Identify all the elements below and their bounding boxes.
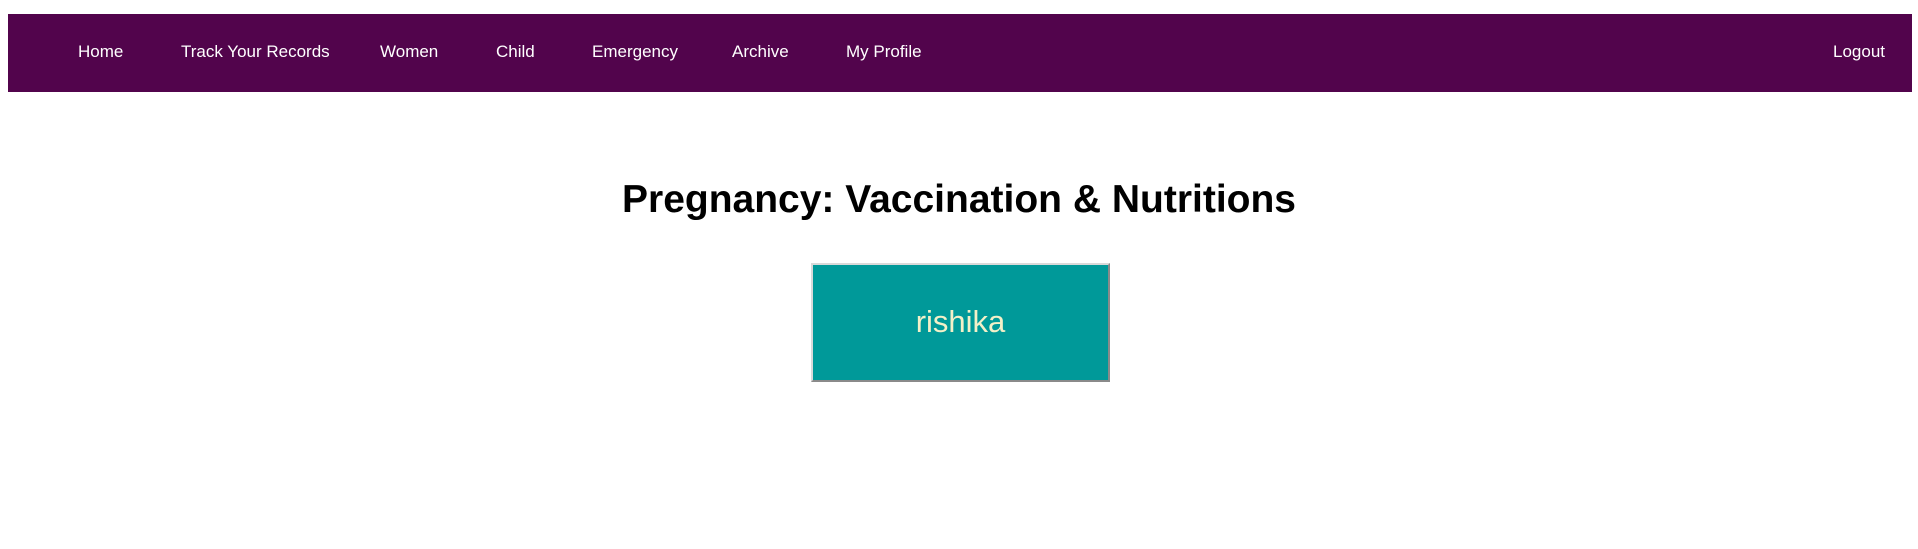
nav-item-women[interactable]: Women: [380, 14, 438, 92]
nav-item-home[interactable]: Home: [78, 14, 123, 92]
nav-item-child[interactable]: Child: [496, 14, 535, 92]
nav-item-track-your-records[interactable]: Track Your Records: [181, 14, 330, 92]
nav-item-archive[interactable]: Archive: [732, 14, 789, 92]
logout-link[interactable]: Logout: [1833, 14, 1885, 92]
page-title: Pregnancy: Vaccination & Nutritions: [622, 178, 1296, 221]
nav-item-my-profile[interactable]: My Profile: [846, 14, 922, 92]
profile-select-button[interactable]: rishika: [811, 263, 1110, 382]
nav-item-emergency[interactable]: Emergency: [592, 14, 678, 92]
top-navbar: Home Track Your Records Women Child Emer…: [8, 14, 1912, 92]
